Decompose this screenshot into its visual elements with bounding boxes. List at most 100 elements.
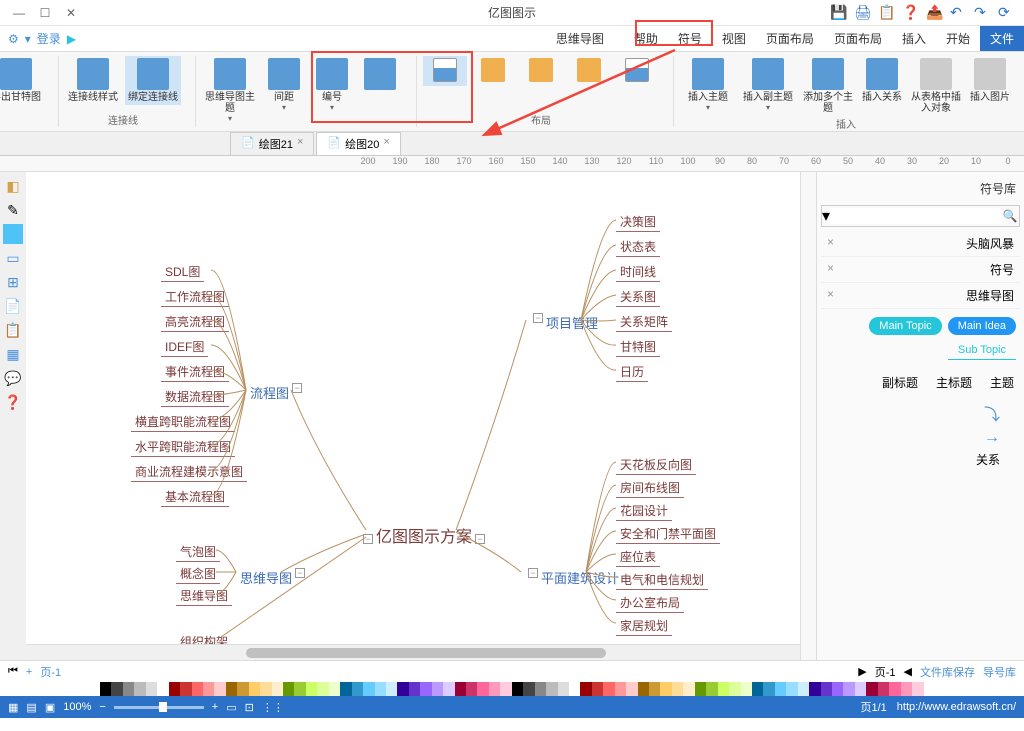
- layout-2-button[interactable]: [471, 56, 515, 86]
- status-page-icon[interactable]: ▭: [226, 701, 236, 714]
- insert-image-button[interactable]: 插入图片: [968, 56, 1012, 105]
- status-grid-icon[interactable]: ▦: [8, 701, 18, 714]
- mm-node[interactable]: 电气和电信规划: [616, 570, 708, 590]
- tool-6[interactable]: 📄: [3, 296, 23, 316]
- doc-tab-20[interactable]: 📄绘图20×: [316, 132, 400, 156]
- menu-file[interactable]: 文件: [980, 26, 1024, 51]
- mm-node[interactable]: 基本流程图: [161, 487, 229, 507]
- mm-node[interactable]: 思维导图: [176, 586, 232, 606]
- scrollbar-thumb[interactable]: [246, 648, 606, 658]
- close-item-icon[interactable]: ×: [827, 261, 834, 278]
- mm-node[interactable]: 水平跨职能流程图: [131, 437, 235, 457]
- page-prev-icon[interactable]: ◀: [904, 665, 912, 678]
- mm-node[interactable]: 甘特图: [616, 337, 660, 357]
- page-next-icon[interactable]: ▶: [858, 665, 866, 678]
- mm-node[interactable]: 座位表: [616, 547, 660, 567]
- mm-node[interactable]: 时间线: [616, 262, 660, 282]
- qat-export-icon[interactable]: 📤: [926, 4, 944, 22]
- layout-5-button[interactable]: [615, 56, 659, 86]
- status-fit-icon[interactable]: ⊡: [245, 701, 254, 714]
- spacing-button[interactable]: 间距▾: [262, 56, 306, 114]
- mm-node[interactable]: 日历: [616, 362, 648, 382]
- login-link[interactable]: 登录: [37, 30, 61, 47]
- mm-node[interactable]: 工作流程图: [161, 287, 229, 307]
- dropdown-icon[interactable]: ▾: [25, 32, 31, 46]
- qat-undo-icon[interactable]: ↶: [950, 4, 968, 22]
- tool-7[interactable]: 📋: [3, 320, 23, 340]
- page-first-icon[interactable]: ⏮: [8, 665, 18, 678]
- mm-node[interactable]: 状态表: [616, 237, 660, 257]
- status-more-icon[interactable]: ⋮⋮: [262, 701, 284, 714]
- side-item-symbol[interactable]: ×符号: [821, 257, 1020, 283]
- mm-node[interactable]: 决策图: [616, 212, 660, 232]
- tool-2[interactable]: ✎: [3, 200, 23, 220]
- page-add-icon[interactable]: +: [26, 666, 32, 678]
- zoom-thumb[interactable]: [159, 702, 167, 712]
- menu-help[interactable]: 帮助: [624, 26, 668, 51]
- mm-node[interactable]: 横直跨职能流程图: [131, 412, 235, 432]
- menu-view[interactable]: 视图: [712, 26, 756, 51]
- tool-5[interactable]: ⊞: [3, 272, 23, 292]
- menu-symbol[interactable]: 符号: [668, 26, 712, 51]
- pill-sub-topic[interactable]: Sub Topic: [948, 341, 1016, 360]
- mm-node[interactable]: 关系矩阵: [616, 312, 672, 332]
- qat-refresh-icon[interactable]: ⟳: [998, 4, 1016, 22]
- connector-style-button[interactable]: 连接线样式: [65, 56, 121, 105]
- mm-node[interactable]: 家居规划: [616, 616, 672, 636]
- search-input[interactable]: [830, 208, 1001, 224]
- mm-node[interactable]: 平面建筑设计 −: [521, 567, 623, 644]
- close-tab-icon[interactable]: ×: [297, 136, 303, 152]
- mm-node[interactable]: − 思维导图: [236, 567, 312, 644]
- mm-node[interactable]: 花园设计: [616, 501, 672, 521]
- canvas[interactable]: −亿图图示方案−项目管理 −决策图状态表时间线关系图关系矩阵甘特图日历平面建筑设…: [26, 172, 800, 644]
- menu-page-layout[interactable]: 页面布局: [824, 26, 892, 51]
- status-view-icon[interactable]: ▣: [45, 701, 55, 714]
- side-search[interactable]: ▾ 🔍: [821, 205, 1020, 227]
- tool-3[interactable]: [3, 224, 23, 244]
- menu-start[interactable]: 开始: [936, 26, 980, 51]
- extra-button[interactable]: [358, 56, 402, 94]
- mm-node[interactable]: 办公室布局: [616, 593, 684, 613]
- page-label[interactable]: 页-1: [40, 664, 61, 680]
- settings-gear-icon[interactable]: ⚙: [8, 32, 19, 46]
- zoom-in-icon[interactable]: +: [212, 701, 218, 713]
- mm-node[interactable]: SDL图: [161, 262, 204, 282]
- qat-copy-icon[interactable]: 📋: [878, 4, 896, 22]
- export-gantt-button[interactable]: 导出甘特图: [0, 56, 44, 105]
- menu-insert[interactable]: 插入: [892, 26, 936, 51]
- search-dropdown-icon[interactable]: ▾: [822, 206, 830, 226]
- side-item-brainstorm[interactable]: ×头脑风暴: [821, 231, 1020, 257]
- horizontal-scrollbar[interactable]: [26, 644, 800, 660]
- tool-4[interactable]: ▭: [3, 248, 23, 268]
- zoom-slider[interactable]: [114, 706, 204, 709]
- mm-node[interactable]: 安全和门禁平面图: [616, 524, 720, 544]
- layout-1-button[interactable]: [423, 56, 467, 86]
- mm-node[interactable]: 概念图: [176, 564, 220, 584]
- window-maximize-icon[interactable]: ☐: [38, 6, 52, 20]
- menu-mindmap[interactable]: 思维导图: [546, 26, 614, 51]
- bind-connector-button[interactable]: 绑定连接线: [125, 56, 181, 105]
- pill-main-idea[interactable]: Main Idea: [948, 317, 1016, 335]
- save-lib-link[interactable]: 文件库保存: [920, 664, 975, 680]
- qat-redo-icon[interactable]: ↷: [974, 4, 992, 22]
- mm-node[interactable]: 组织构架: [176, 632, 232, 644]
- tool-1[interactable]: ◧: [3, 176, 23, 196]
- zoom-out-icon[interactable]: −: [99, 701, 105, 713]
- tool-10[interactable]: ❓: [3, 392, 23, 412]
- mm-node[interactable]: 关系图: [616, 287, 660, 307]
- mm-node[interactable]: 高亮流程图: [161, 312, 229, 332]
- close-tab-icon[interactable]: ×: [383, 136, 389, 152]
- color-palette[interactable]: [0, 682, 1024, 696]
- relation-arrow-icon[interactable]: ⤵: [821, 397, 1020, 429]
- mm-node[interactable]: 商业流程建模示意图: [131, 462, 247, 482]
- insert-relation-button[interactable]: 插入关系: [860, 56, 904, 105]
- mm-node[interactable]: 气泡图: [176, 542, 220, 562]
- mm-node[interactable]: −亿图图示方案−: [356, 522, 492, 548]
- tool-9[interactable]: 💬: [3, 368, 23, 388]
- tool-8[interactable]: ▦: [3, 344, 23, 364]
- status-layout-icon[interactable]: ▤: [26, 701, 36, 714]
- numbering-button[interactable]: 编号▾: [310, 56, 354, 114]
- pill-main-topic[interactable]: Main Topic: [869, 317, 941, 335]
- mm-theme-button[interactable]: 思维导图主题▾: [202, 56, 258, 125]
- mm-node[interactable]: 事件流程图: [161, 362, 229, 382]
